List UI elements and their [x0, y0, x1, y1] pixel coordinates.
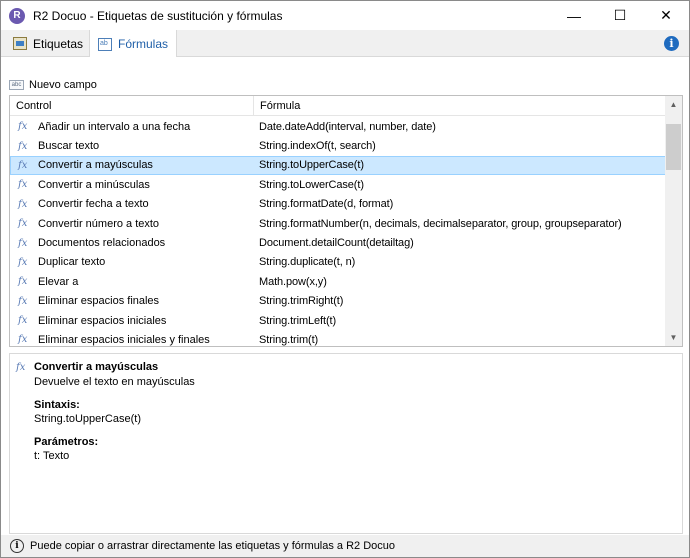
function-icon: fx: [18, 198, 28, 210]
formulas-list[interactable]: Control Fórmula fx Añadir un intervalo a …: [9, 95, 683, 347]
tab-formulas[interactable]: Fórmulas: [89, 30, 178, 58]
status-bar: i Puede copiar o arrastrar directamente …: [1, 535, 689, 557]
detail-title-row: fx Convertir a mayúsculas: [16, 361, 158, 373]
list-item[interactable]: fx Documentos relacionados Document.detail…: [10, 233, 666, 252]
formulas-icon: [98, 37, 112, 51]
title-bar[interactable]: R R2 Docuo - Etiquetas de sustitución y …: [1, 1, 689, 30]
control-name: Añadir un intervalo a una fecha: [38, 120, 191, 133]
list-item[interactable]: fx Eliminar espacios iniciales y finales S…: [10, 330, 666, 346]
formula-text: String.formatNumber(n, decimals, decimal…: [259, 217, 622, 230]
list-header: Control Fórmula: [10, 96, 666, 116]
tags-icon: [13, 37, 27, 50]
control-name: Eliminar espacios finales: [38, 295, 160, 308]
control-name: Eliminar espacios iniciales: [38, 314, 167, 327]
window-controls: — ☐ ✕: [551, 1, 689, 30]
window-title: R2 Docuo - Etiquetas de sustitución y fó…: [33, 8, 283, 23]
function-icon: fx: [18, 159, 28, 171]
app-logo-icon: R: [9, 7, 25, 24]
list-item[interactable]: fx Convertir a mayúsculas String.toUpperCa…: [10, 155, 666, 176]
formula-text: Document.detailCount(detailtag): [259, 237, 414, 250]
tab-label: Fórmulas: [118, 37, 169, 51]
formula-text: String.trim(t): [259, 333, 319, 346]
list-item[interactable]: fx Convertir a minúsculas String.toLowerCa…: [10, 175, 666, 194]
list-item[interactable]: fx Eliminar espacios finales String.trimRi…: [10, 292, 666, 311]
close-button[interactable]: ✕: [643, 1, 689, 30]
syntax-value: String.toUpperCase(t): [34, 413, 141, 425]
function-icon: fx: [18, 276, 28, 288]
list-item[interactable]: fx Eliminar espacios iniciales String.trim…: [10, 311, 666, 330]
scroll-down-arrow-icon[interactable]: ▼: [665, 329, 682, 346]
formula-text: String.formatDate(d, format): [259, 198, 394, 211]
vertical-scrollbar[interactable]: ▲ ▼: [665, 96, 682, 346]
scrollbar-thumb[interactable]: [666, 124, 681, 170]
formula-detail-panel: fx Convertir a mayúsculas Devuelve el te…: [9, 353, 683, 534]
status-text: Puede copiar o arrastrar directamente la…: [30, 540, 396, 552]
syntax-label: Sintaxis:: [34, 399, 80, 411]
list-item[interactable]: fx Convertir número a texto String.formatN…: [10, 214, 666, 233]
tab-label: Etiquetas: [33, 36, 84, 51]
function-icon: fx: [18, 315, 28, 327]
info-icon[interactable]: i: [664, 36, 679, 51]
formula-text: String.toUpperCase(t): [259, 159, 364, 172]
parameters-label: Parámetros:: [34, 436, 99, 448]
function-icon: fx: [18, 121, 28, 133]
formula-text: String.duplicate(t, n): [259, 256, 356, 269]
parameters-value: t: Texto: [34, 450, 70, 462]
list-item[interactable]: fx Elevar a Math.pow(x,y): [10, 272, 666, 291]
control-name: Convertir fecha a texto: [38, 198, 149, 211]
control-name: Convertir número a texto: [38, 217, 160, 230]
list-rows: fx Añadir un intervalo a una fecha Date.da…: [10, 117, 666, 346]
control-name: Elevar a: [38, 275, 79, 288]
new-field-button[interactable]: abc Nuevo campo: [9, 77, 97, 93]
detail-description: Devuelve el texto en mayúsculas: [34, 376, 195, 388]
tab-bar: Etiquetas Fórmulas i: [1, 30, 689, 58]
formula-text: String.indexOf(t, search): [259, 140, 376, 153]
function-icon: fx: [16, 361, 26, 373]
list-item[interactable]: fx Duplicar texto String.duplicate(t, n): [10, 253, 666, 272]
list-item[interactable]: fx Buscar texto String.indexOf(t, search): [10, 136, 666, 155]
tab-etiquetas[interactable]: Etiquetas: [5, 30, 91, 57]
function-icon: fx: [18, 295, 28, 307]
function-icon: fx: [18, 179, 28, 191]
formula-text: Date.dateAdd(interval, number, date): [259, 120, 436, 133]
function-icon: fx: [18, 237, 28, 249]
column-header-control[interactable]: Control: [10, 96, 254, 116]
new-field-label: Nuevo campo: [29, 79, 97, 91]
formula-text: String.trimRight(t): [259, 295, 344, 308]
control-name: Duplicar texto: [38, 256, 106, 269]
control-name: Documentos relacionados: [38, 237, 166, 250]
formula-text: String.trimLeft(t): [259, 314, 337, 327]
scroll-up-arrow-icon[interactable]: ▲: [665, 96, 682, 113]
function-icon: fx: [18, 334, 28, 346]
formula-text: Math.pow(x,y): [259, 275, 327, 288]
maximize-button[interactable]: ☐: [597, 1, 643, 30]
function-icon: fx: [18, 256, 28, 268]
list-item[interactable]: fx Convertir fecha a texto String.formatDa…: [10, 195, 666, 214]
function-icon: fx: [18, 218, 28, 230]
text-field-icon: abc: [9, 80, 24, 90]
control-name: Eliminar espacios iniciales y finales: [38, 333, 210, 346]
list-item[interactable]: fx Añadir un intervalo a una fecha Date.da…: [10, 117, 666, 136]
control-name: Convertir a minúsculas: [38, 178, 150, 191]
column-header-formula[interactable]: Fórmula: [254, 96, 666, 116]
main-window: R R2 Docuo - Etiquetas de sustitución y …: [0, 0, 690, 558]
detail-title: Convertir a mayúsculas: [34, 361, 159, 373]
formula-text: String.toLowerCase(t): [259, 178, 364, 191]
minimize-button[interactable]: —: [551, 1, 597, 30]
control-name: Convertir a mayúsculas: [38, 159, 153, 172]
info-circle-icon: i: [10, 539, 24, 553]
control-name: Buscar texto: [38, 140, 100, 153]
formulas-panel: abc Nuevo campo Control Fórmula fx Añadir…: [1, 57, 689, 535]
function-icon: fx: [18, 140, 28, 152]
